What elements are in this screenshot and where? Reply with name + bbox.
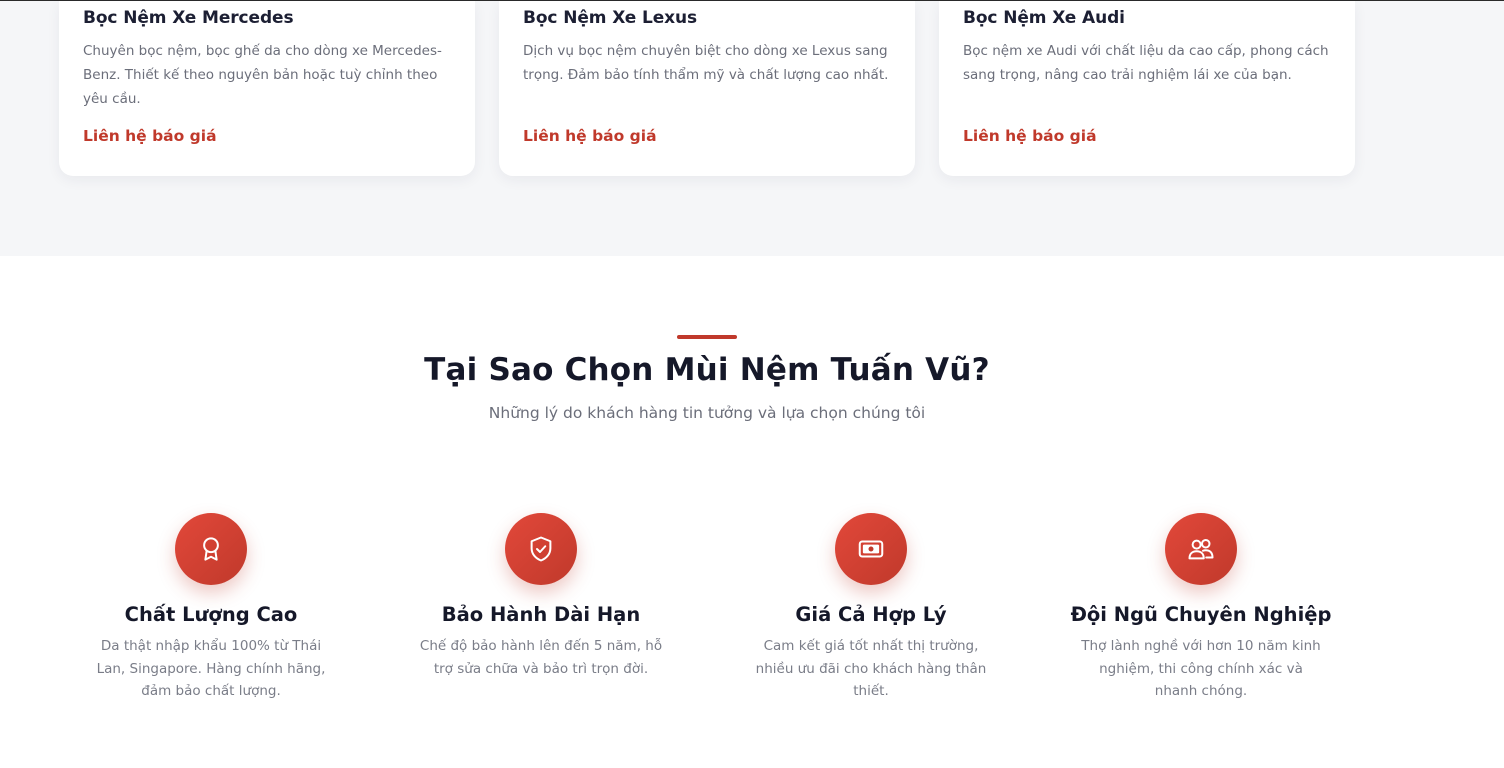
contact-quote-link[interactable]: Liên hệ báo giá [83, 127, 217, 145]
section-subtitle: Những lý do khách hàng tin tưởng và lựa … [488, 404, 926, 422]
service-card-description: Bọc nệm xe Audi với chất liệu da cao cấp… [963, 43, 1329, 83]
section-accent-bar [677, 335, 737, 339]
contact-quote-link[interactable]: Liên hệ báo giá [963, 127, 1097, 145]
feature-description: Chế độ bảo hành lên đến 5 năm, hỗ trợ sử… [419, 638, 663, 677]
feature-title: Đội Ngũ Chuyên Nghiệp [1070, 603, 1332, 626]
feature-team: Đội Ngũ Chuyên Nghiệp Thợ lành nghề với … [1061, 513, 1341, 703]
money-icon [835, 513, 907, 585]
service-card-title: Bọc Nệm Xe Lexus [523, 8, 698, 28]
feature-title: Bảo Hành Dài Hạn [441, 603, 641, 626]
feature-description: Cam kết giá tốt nhất thị trường, nhiều ư… [755, 638, 987, 699]
service-card-title: Bọc Nệm Xe Mercedes [83, 8, 294, 28]
feature-title: Giá Cả Hợp Lý [795, 603, 947, 626]
contact-quote-link[interactable]: Liên hệ báo giá [523, 127, 657, 145]
feature-price: Giá Cả Hợp Lý Cam kết giá tốt nhất thị t… [731, 513, 1011, 703]
section-title: Tại Sao Chọn Mùi Nệm Tuấn Vũ? [424, 352, 990, 388]
service-card-title: Bọc Nệm Xe Audi [963, 8, 1125, 28]
feature-title: Chất Lượng Cao [124, 603, 298, 626]
feature-description: Thợ lành nghề với hơn 10 năm kinh nghiệm… [1081, 638, 1321, 699]
services-section: Bọc Nệm Xe Mercedes Chuyên bọc nệm, bọc … [0, 1, 1504, 256]
service-card-description: Chuyên bọc nệm, bọc ghế da cho dòng xe M… [83, 43, 442, 107]
users-icon [1165, 513, 1237, 585]
feature-quality: Chất Lượng Cao Da thật nhập khẩu 100% từ… [71, 513, 351, 703]
service-card-lexus: Bọc Nệm Xe Lexus Dịch vụ bọc nệm chuyên … [499, 1, 915, 176]
feature-description: Da thật nhập khẩu 100% từ Thái Lan, Sing… [96, 638, 326, 699]
shield-check-icon [505, 513, 577, 585]
service-card-description: Dịch vụ bọc nệm chuyên biệt cho dòng xe … [523, 43, 889, 83]
service-card-mercedes: Bọc Nệm Xe Mercedes Chuyên bọc nệm, bọc … [59, 1, 475, 176]
feature-warranty: Bảo Hành Dài Hạn Chế độ bảo hành lên đến… [401, 513, 681, 680]
service-card-audi: Bọc Nệm Xe Audi Bọc nệm xe Audi với chất… [939, 1, 1355, 176]
award-icon [175, 513, 247, 585]
